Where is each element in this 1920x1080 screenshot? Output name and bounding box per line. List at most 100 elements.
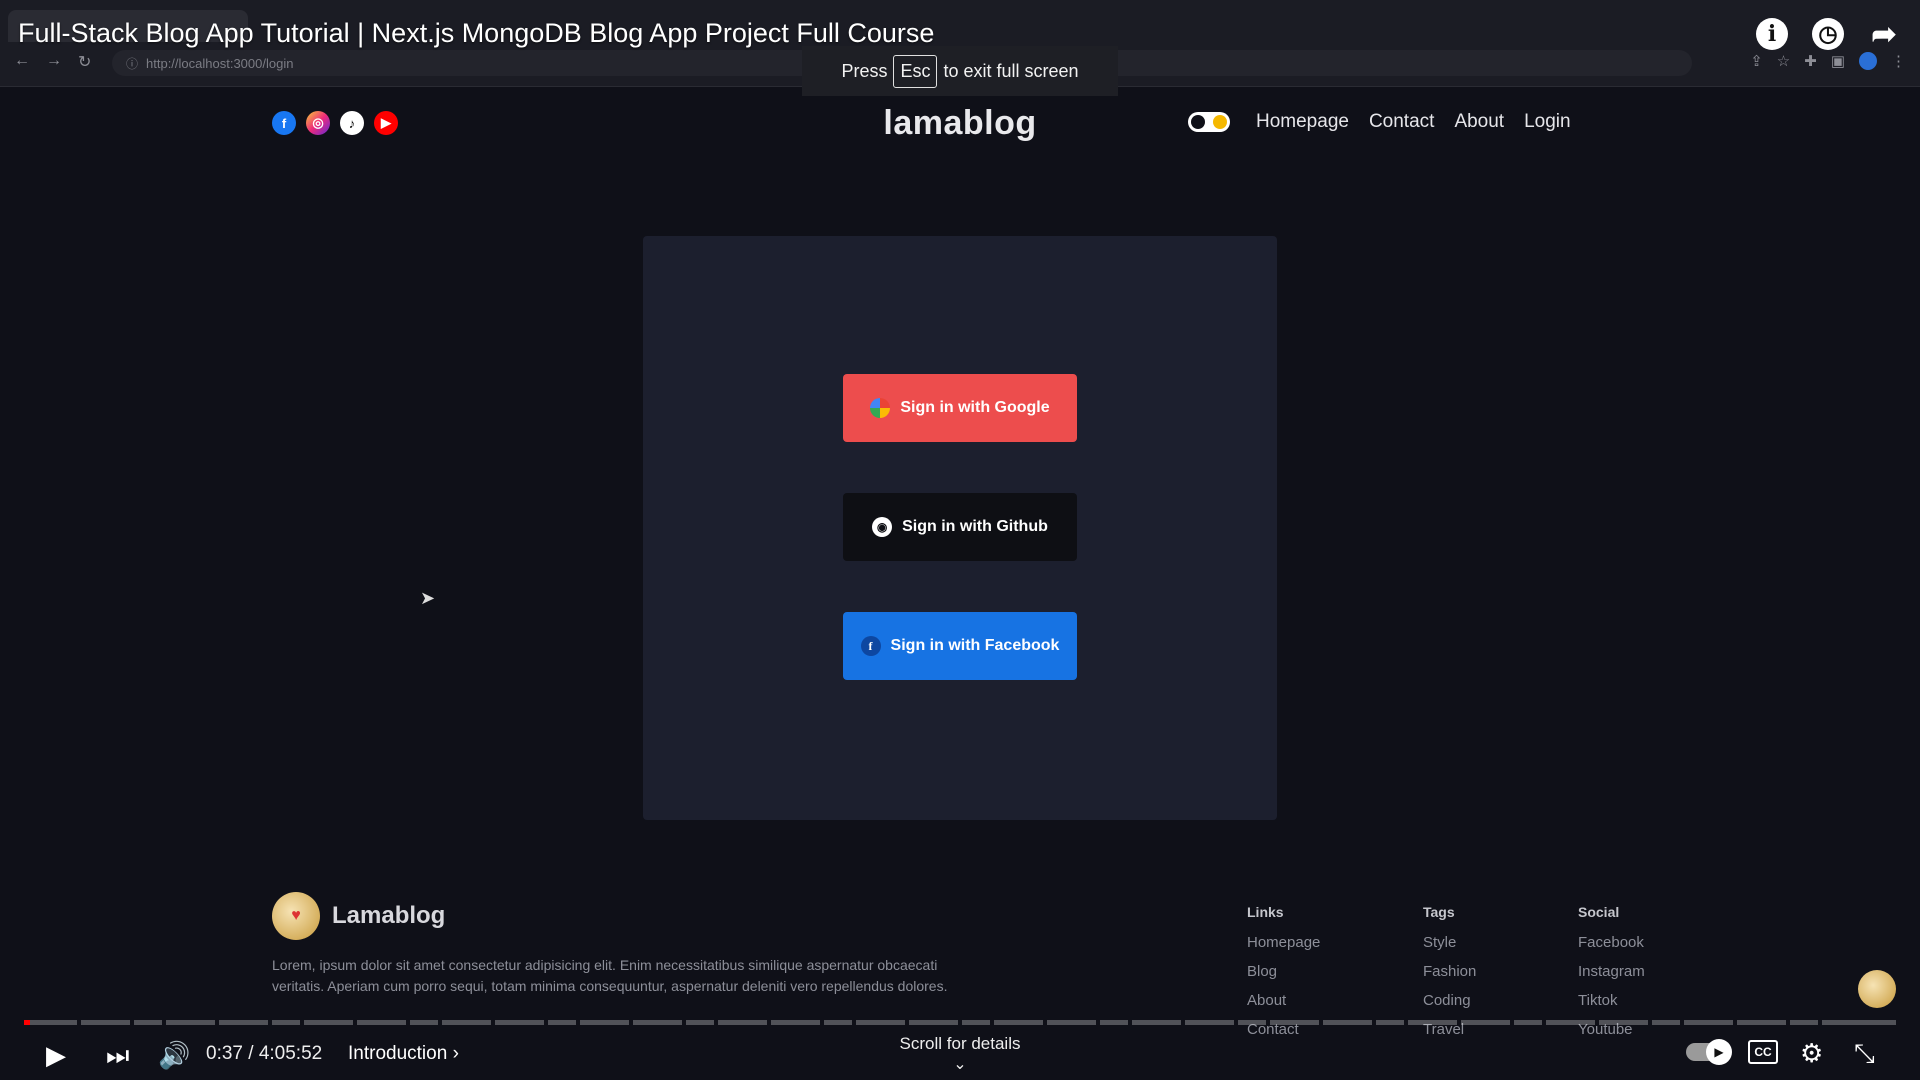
sidebar-icon[interactable]: ▣ [1831, 52, 1845, 70]
forward-icon[interactable]: → [46, 52, 62, 70]
chapter-segment-gap [1818, 1020, 1822, 1025]
chapter-segment-gap [714, 1020, 718, 1025]
chapter-segment-gap [1128, 1020, 1132, 1025]
esc-suffix-text: to exit full screen [943, 60, 1079, 81]
chapter-segment-gap [1043, 1020, 1047, 1025]
channel-avatar[interactable] [1858, 970, 1896, 1008]
login-card: Sign in with Google ◉ Sign in with Githu… [643, 236, 1277, 820]
facebook-icon: f [860, 636, 881, 656]
github-signin-button[interactable]: ◉ Sign in with Github [843, 493, 1077, 561]
info-icon[interactable]: i [1756, 18, 1788, 50]
footer-tags-title: Tags [1423, 904, 1455, 920]
footer-social-title: Social [1578, 904, 1620, 920]
chapter-segment-gap [1648, 1020, 1652, 1025]
fullscreen-exit-notice: Press Esc to exit full screen [802, 46, 1118, 96]
facebook-signin-label: Sign in with Facebook [890, 637, 1060, 654]
scroll-for-details[interactable]: Scroll for details [0, 1034, 1920, 1054]
chapter-segment-gap [990, 1020, 994, 1025]
url-text: http://localhost:3000/login [146, 55, 294, 71]
chapter-segment-gap [852, 1020, 856, 1025]
chapter-segment-gap [1733, 1020, 1737, 1025]
chapter-segment-gap [576, 1020, 580, 1025]
footer-social-instagram[interactable]: Instagram [1578, 963, 1645, 980]
google-signin-button[interactable]: Sign in with Google [843, 374, 1077, 442]
chapter-segment-gap [905, 1020, 909, 1025]
chapter-segment-gap [767, 1020, 771, 1025]
chapter-segment-gap [1181, 1020, 1185, 1025]
watch-later-icon[interactable]: ◷ [1812, 18, 1844, 50]
chapter-segment-gap [353, 1020, 357, 1025]
video-progress-bar[interactable] [24, 1020, 1896, 1025]
more-menu-icon[interactable]: ⋮ [1891, 52, 1906, 70]
share-page-icon[interactable]: ⇪ [1750, 52, 1763, 70]
github-signin-label: Sign in with Github [902, 518, 1048, 535]
reload-icon[interactable]: ↻ [78, 52, 91, 72]
bookmark-star-icon[interactable]: ☆ [1777, 52, 1790, 70]
footer-logo-avatar: ♥ [272, 892, 320, 940]
footer-tags-column: Tags Style Fashion Coding Travel [1423, 904, 1476, 1050]
chapter-segment-gap [491, 1020, 495, 1025]
footer-link-homepage[interactable]: Homepage [1247, 934, 1320, 951]
chapter-segment-gap [438, 1020, 442, 1025]
chapter-segment-gap [406, 1020, 410, 1025]
chapter-segment-gap [1786, 1020, 1790, 1025]
sun-icon [1213, 115, 1227, 129]
esc-key: Esc [893, 54, 938, 88]
chapter-segment-gap [1319, 1020, 1323, 1025]
chapter-segment-gap [268, 1020, 272, 1025]
footer-links-column: Links Homepage Blog About Contact [1247, 904, 1320, 1050]
nav-homepage[interactable]: Homepage [1256, 111, 1349, 133]
nav-about[interactable]: About [1454, 111, 1504, 133]
github-icon: ◉ [872, 517, 893, 537]
chapter-segment-gap [1542, 1020, 1546, 1025]
nav-contact[interactable]: Contact [1369, 111, 1434, 133]
share-icon[interactable]: ➦ [1868, 18, 1900, 51]
footer-links-title: Links [1247, 904, 1284, 920]
site-logo[interactable]: lamablog [0, 104, 1920, 143]
footer-social-facebook[interactable]: Facebook [1578, 934, 1645, 951]
chevron-down-icon[interactable]: ⌄ [0, 1054, 1920, 1074]
chapter-segment-gap [130, 1020, 134, 1025]
chapter-segment-gap [1404, 1020, 1408, 1025]
footer-social-column: Social Facebook Instagram Tiktok Youtube [1578, 904, 1645, 1050]
chapter-segment-gap [1510, 1020, 1514, 1025]
footer-tag-coding[interactable]: Coding [1423, 992, 1476, 1009]
footer-tag-fashion[interactable]: Fashion [1423, 963, 1476, 980]
profile-avatar[interactable] [1859, 52, 1877, 70]
chapter-segment-gap [162, 1020, 166, 1025]
footer-social-tiktok[interactable]: Tiktok [1578, 992, 1645, 1009]
esc-press-text: Press [841, 60, 888, 81]
chapter-segment-gap [820, 1020, 824, 1025]
footer-tag-style[interactable]: Style [1423, 934, 1476, 951]
browser-actions: ⇪ ☆ ✚ ▣ ⋮ [1750, 52, 1906, 70]
chapter-segment-gap [215, 1020, 219, 1025]
footer-link-about[interactable]: About [1247, 992, 1320, 1009]
chapter-segment-gap [300, 1020, 304, 1025]
back-icon[interactable]: ← [14, 52, 30, 70]
mouse-cursor-icon: ➤ [420, 588, 436, 608]
progress-played [24, 1020, 30, 1025]
chapter-segment-gap [77, 1020, 81, 1025]
chapter-segment-gap [1266, 1020, 1270, 1025]
chapter-segment-gap [544, 1020, 548, 1025]
nav-login[interactable]: Login [1524, 111, 1571, 133]
chapter-segment-gap [1457, 1020, 1461, 1025]
extensions-icon[interactable]: ✚ [1804, 52, 1817, 70]
chapter-segment-gap [1096, 1020, 1100, 1025]
chapter-segment-gap [1234, 1020, 1238, 1025]
google-signin-label: Sign in with Google [900, 399, 1050, 416]
chapter-segment-gap [1372, 1020, 1376, 1025]
footer-brand: Lamablog [332, 902, 446, 929]
chapter-segment-gap [958, 1020, 962, 1025]
footer-link-blog[interactable]: Blog [1247, 963, 1320, 980]
facebook-signin-button[interactable]: f Sign in with Facebook [843, 612, 1077, 680]
chapter-segment-gap [682, 1020, 686, 1025]
info-circle-icon: ⓘ [126, 56, 139, 71]
site-nav: Homepage Contact About Login [1188, 111, 1571, 133]
toggle-knob [1191, 115, 1205, 129]
chapter-segment-gap [629, 1020, 633, 1025]
theme-toggle[interactable] [1188, 112, 1230, 132]
google-icon [870, 398, 891, 418]
video-title[interactable]: Full-Stack Blog App Tutorial | Next.js M… [18, 18, 934, 49]
chapter-segment-gap [1680, 1020, 1684, 1025]
